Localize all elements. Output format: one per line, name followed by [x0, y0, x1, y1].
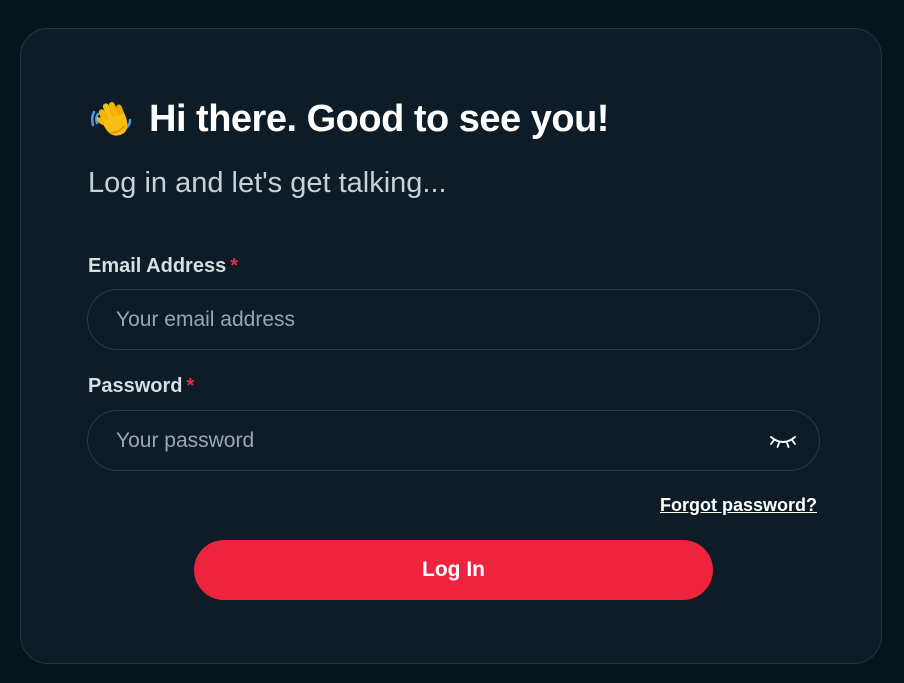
waving-hand-icon: [91, 97, 135, 141]
forgot-password-link[interactable]: Forgot password?: [660, 495, 817, 516]
required-marker: *: [186, 375, 195, 397]
subtitle: Log in and let's get talking...: [88, 167, 447, 199]
eye-closed-icon[interactable]: [769, 428, 797, 452]
heading-text: Hi there. Good to see you!: [149, 97, 609, 140]
password-label-text: Password: [88, 375, 183, 397]
email-label-text: Email Address: [88, 255, 227, 277]
password-label: Password *: [88, 375, 194, 398]
password-field-container[interactable]: [87, 410, 820, 471]
email-field[interactable]: [116, 290, 756, 349]
login-button[interactable]: Log In: [194, 540, 713, 600]
password-field[interactable]: [116, 411, 756, 470]
email-label: Email Address *: [88, 255, 238, 278]
login-card: Hi there. Good to see you! Log in and le…: [20, 28, 882, 664]
email-field-container[interactable]: [87, 289, 820, 350]
heading: Hi there. Good to see you!: [91, 97, 609, 141]
required-marker: *: [230, 255, 238, 277]
